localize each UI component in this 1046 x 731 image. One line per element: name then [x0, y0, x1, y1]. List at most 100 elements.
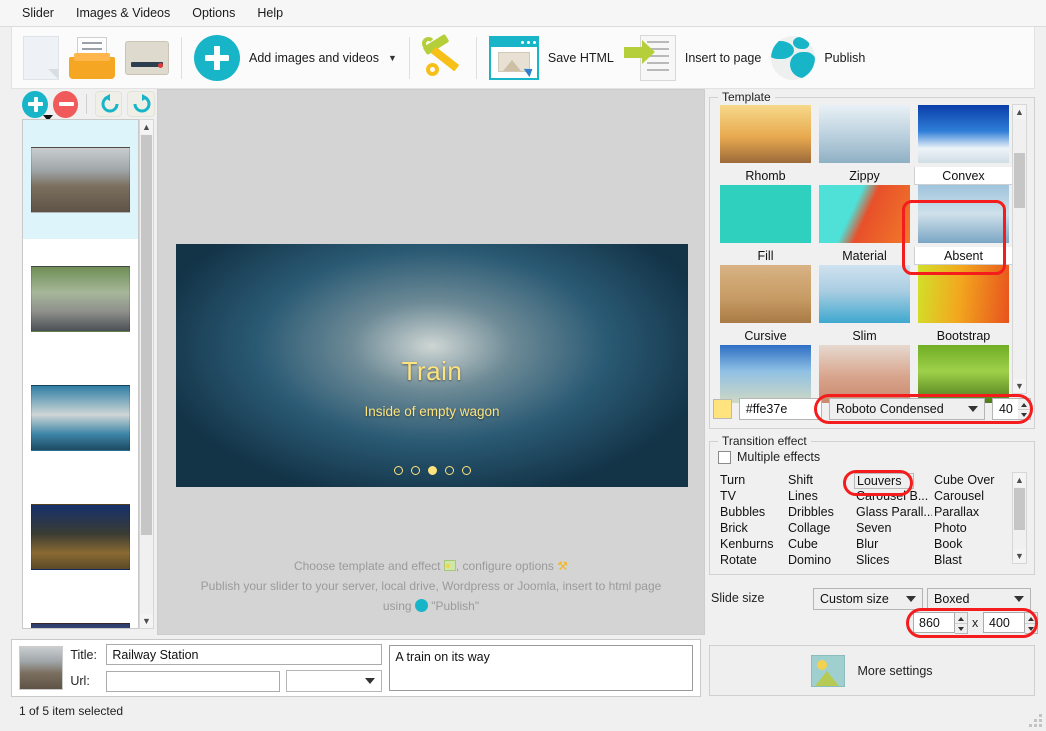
rotate-right-button[interactable]: [127, 91, 155, 117]
template-item-dodgy[interactable]: Dodgy: [815, 105, 914, 167]
font-size-spinner[interactable]: [1017, 398, 1031, 420]
effect-item[interactable]: Cube: [786, 537, 854, 553]
tools-button[interactable]: [417, 31, 469, 85]
slide-layout-select[interactable]: Boxed: [927, 588, 1031, 610]
menu-item-images-videos[interactable]: Images & Videos: [66, 2, 180, 24]
spin-up[interactable]: [1017, 399, 1030, 409]
effect-item[interactable]: Turn: [718, 473, 786, 489]
effect-item[interactable]: Domino: [786, 553, 854, 568]
spin-down[interactable]: [1025, 622, 1037, 633]
save-slider-button[interactable]: [120, 31, 174, 85]
effect-item[interactable]: Parallax: [932, 505, 1006, 521]
effect-item[interactable]: Lines: [786, 489, 854, 505]
thumbnail-list[interactable]: [22, 119, 139, 629]
slide-height-input[interactable]: 400: [983, 612, 1025, 633]
template-item-slim[interactable]: Slim: [815, 327, 914, 405]
effect-item[interactable]: Cube Over: [932, 473, 1006, 489]
effect-item[interactable]: TV: [718, 489, 786, 505]
publish-button[interactable]: Publish: [766, 31, 870, 85]
effect-item[interactable]: Shift: [786, 473, 854, 489]
list-item[interactable]: [23, 477, 138, 596]
more-settings-button[interactable]: More settings: [709, 645, 1035, 696]
effect-item[interactable]: Seven: [854, 521, 932, 537]
template-item-zippy[interactable]: Zippy: [815, 167, 914, 247]
slide-height-spinner[interactable]: [1025, 612, 1038, 634]
scroll-down-icon[interactable]: ▼: [140, 614, 153, 628]
template-item-boundary[interactable]: Boundary: [914, 105, 1013, 167]
effect-item[interactable]: Photo: [932, 521, 1006, 537]
list-item[interactable]: [23, 596, 138, 628]
multiple-effects-checkbox[interactable]: [718, 450, 731, 464]
spin-up[interactable]: [955, 613, 967, 623]
slide-width-input[interactable]: 860: [913, 612, 955, 633]
url-input[interactable]: [106, 670, 281, 692]
title-input[interactable]: Railway Station: [106, 644, 383, 665]
effects-scrollbar[interactable]: ▲ ▼: [1012, 472, 1027, 564]
slide-navigation-dots[interactable]: [176, 466, 688, 475]
scroll-down-icon[interactable]: ▼: [1013, 549, 1026, 563]
effect-item[interactable]: Slices: [854, 553, 932, 568]
template-item-material[interactable]: Material: [815, 247, 914, 327]
save-html-button[interactable]: Save HTML: [484, 31, 619, 85]
effect-item[interactable]: Collage: [786, 521, 854, 537]
template-item-fill[interactable]: Fill: [716, 247, 815, 327]
effect-item[interactable]: Dribbles: [786, 505, 854, 521]
slider-preview-stage[interactable]: Train Inside of empty wagon: [176, 244, 688, 487]
slide-dot[interactable]: [410, 466, 420, 475]
slide-dot-active[interactable]: [427, 466, 437, 475]
menu-item-options[interactable]: Options: [182, 2, 245, 24]
slide-width-spinner[interactable]: [955, 612, 968, 634]
effect-item-selected[interactable]: Louvers: [854, 473, 914, 489]
scroll-up-icon[interactable]: ▲: [1013, 473, 1026, 487]
add-image-button[interactable]: [22, 90, 53, 121]
effect-item[interactable]: Brick: [718, 521, 786, 537]
open-slider-button[interactable]: [64, 31, 120, 85]
insert-to-page-button[interactable]: Insert to page: [619, 31, 766, 85]
font-color-swatch[interactable]: [713, 399, 732, 419]
chevron-down-icon[interactable]: ▼: [388, 53, 397, 63]
list-item[interactable]: [23, 358, 138, 477]
font-color-input[interactable]: #ffe37e: [738, 398, 822, 420]
thumbnail-scrollbar[interactable]: ▲ ▼: [139, 119, 154, 629]
template-gallery[interactable]: Utter Dodgy Boundary Rhomb Zippy: [716, 105, 1013, 405]
scroll-down-icon[interactable]: ▼: [1013, 379, 1026, 393]
remove-image-button[interactable]: [52, 90, 79, 118]
template-item-convex[interactable]: Convex: [914, 167, 1013, 247]
slide-dot[interactable]: [393, 466, 403, 475]
effect-item[interactable]: Rotate: [718, 553, 786, 568]
font-size-value[interactable]: 40: [991, 398, 1018, 420]
effect-item[interactable]: Carousel B...: [854, 489, 932, 505]
menu-item-slider[interactable]: Slider: [12, 2, 64, 24]
url-target-select[interactable]: [286, 670, 383, 692]
scrollbar-thumb[interactable]: [141, 135, 152, 535]
effect-item[interactable]: Blast: [932, 553, 1006, 568]
scroll-up-icon[interactable]: ▲: [140, 120, 153, 134]
effect-item[interactable]: Book: [932, 537, 1006, 553]
scrollbar-thumb[interactable]: [1014, 153, 1025, 208]
font-family-select[interactable]: Roboto Condensed: [828, 398, 985, 420]
template-item-rhomb[interactable]: Rhomb: [716, 167, 815, 247]
template-item-absent[interactable]: Absent: [914, 247, 1013, 327]
template-item-utter[interactable]: Utter: [716, 105, 815, 167]
multiple-effects-row[interactable]: Multiple effects: [718, 450, 820, 464]
scroll-up-icon[interactable]: ▲: [1013, 105, 1026, 119]
template-item-bootstrap[interactable]: Bootstrap: [914, 327, 1013, 405]
list-item[interactable]: [23, 239, 138, 358]
spin-up[interactable]: [1025, 613, 1037, 623]
slide-dot[interactable]: [461, 466, 471, 475]
font-size-stepper[interactable]: 40: [991, 398, 1031, 420]
effect-item[interactable]: Glass Parall...: [854, 505, 932, 521]
new-slider-button[interactable]: [18, 31, 64, 85]
template-item-cursive[interactable]: Cursive: [716, 327, 815, 405]
add-images-and-videos-button[interactable]: Add images and videos ▼: [189, 31, 402, 85]
slide-dot[interactable]: [444, 466, 454, 475]
effect-item[interactable]: Bubbles: [718, 505, 786, 521]
slide-size-mode-select[interactable]: Custom size: [813, 588, 923, 610]
description-textarea[interactable]: A train on its way: [389, 645, 693, 691]
spin-down[interactable]: [1017, 408, 1030, 419]
effect-item[interactable]: Carousel: [932, 489, 1006, 505]
resize-grip[interactable]: [1029, 714, 1042, 727]
template-scrollbar[interactable]: ▲ ▼: [1012, 104, 1027, 394]
effects-list[interactable]: Turn Shift Louvers Cube Over TV Lines Ca…: [718, 473, 1020, 568]
effect-item[interactable]: Kenburns: [718, 537, 786, 553]
